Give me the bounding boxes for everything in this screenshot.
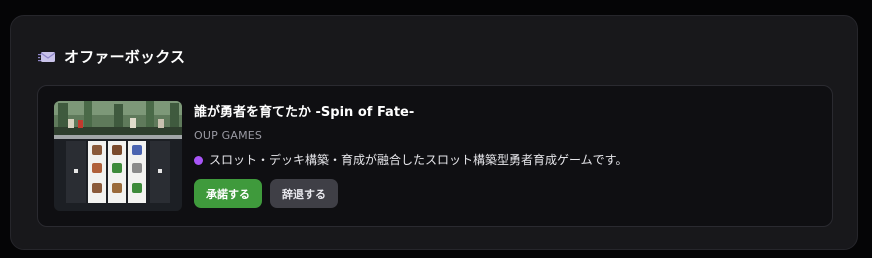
- description-row: スロット・デッキ構築・育成が融合したスロット構築型勇者育成ゲームです。: [194, 152, 814, 168]
- status-dot-icon: [194, 155, 203, 165]
- offer-actions: 承諾する 辞退する: [194, 179, 814, 208]
- game-description: スロット・デッキ構築・育成が融合したスロット構築型勇者育成ゲームです。: [209, 153, 628, 167]
- offer-box-panel: オファーボックス 誰が勇者を育てたか -Spin of Fate- OUP GA…: [10, 15, 858, 250]
- accept-button[interactable]: 承諾する: [194, 179, 262, 208]
- panel-header: オファーボックス: [38, 45, 185, 67]
- envelope-icon: [38, 49, 56, 63]
- publisher-name: OUP GAMES: [194, 129, 263, 142]
- offer-info: 誰が勇者を育てたか -Spin of Fate- OUP GAMES スロット・…: [194, 104, 814, 208]
- game-title[interactable]: 誰が勇者を育てたか -Spin of Fate-: [194, 104, 814, 122]
- panel-title: オファーボックス: [64, 47, 186, 66]
- offer-card: 誰が勇者を育てたか -Spin of Fate- OUP GAMES スロット・…: [37, 85, 833, 227]
- decline-button[interactable]: 辞退する: [270, 179, 338, 208]
- game-thumbnail[interactable]: [54, 101, 182, 211]
